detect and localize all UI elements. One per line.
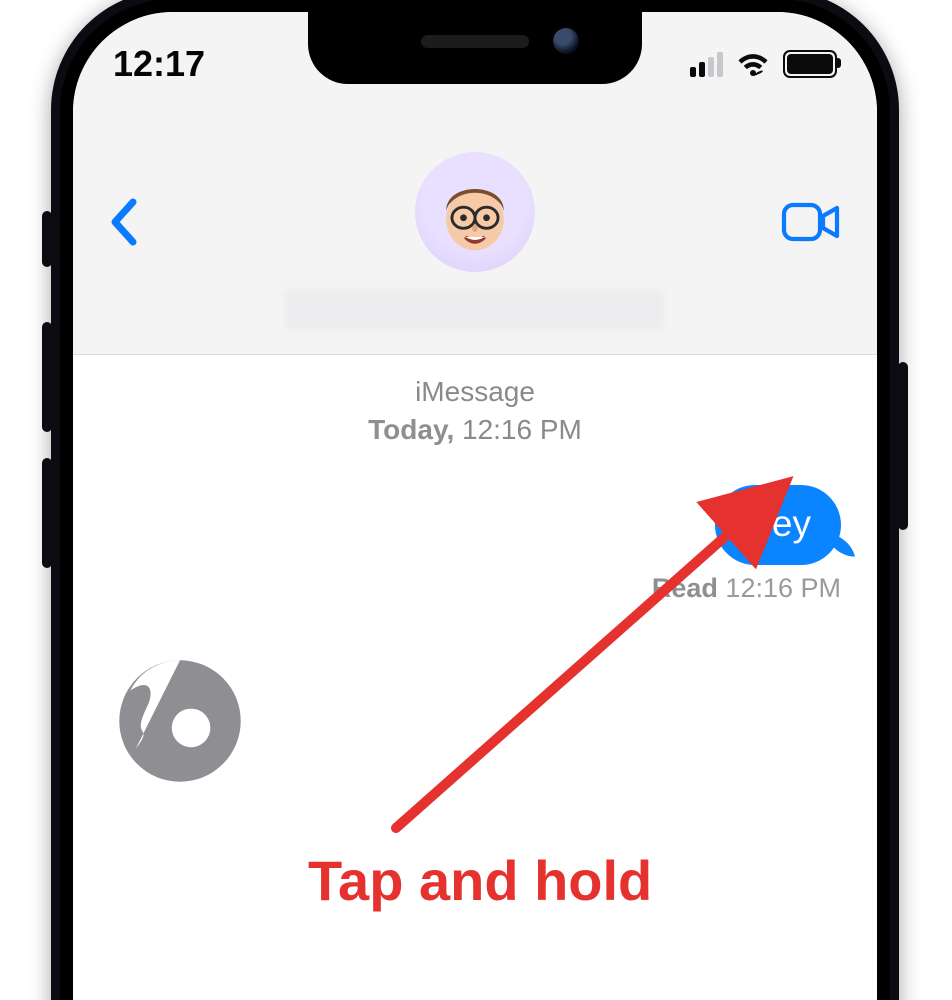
mute-switch xyxy=(42,211,52,267)
cellular-signal-icon xyxy=(690,52,723,77)
power-button xyxy=(898,362,908,530)
status-bar: 12:17 xyxy=(73,40,877,88)
service-label: iMessage xyxy=(73,373,877,411)
message-bubble-outgoing[interactable]: Hey xyxy=(715,485,841,565)
wifi-icon xyxy=(735,51,771,77)
contact-name-redacted xyxy=(285,290,665,330)
read-time: 12:16 PM xyxy=(725,573,841,603)
swirl-icon xyxy=(111,652,249,790)
phone-screen: 12:17 xyxy=(73,12,877,1000)
battery-icon xyxy=(783,50,837,78)
volume-down-button xyxy=(42,458,52,568)
volume-up-button xyxy=(42,322,52,432)
facetime-button[interactable] xyxy=(773,192,841,252)
conversation-area[interactable]: iMessage Today, 12:16 PM Hey Read 12:16 … xyxy=(73,355,877,604)
thread-timestamp: iMessage Today, 12:16 PM xyxy=(73,373,877,449)
messages-header: 12:17 xyxy=(73,12,877,355)
contact-avatar[interactable] xyxy=(415,152,535,272)
status-time: 12:17 xyxy=(113,43,205,85)
date-prefix: Today, xyxy=(368,414,454,445)
back-button[interactable] xyxy=(109,192,169,252)
date-time: 12:16 PM xyxy=(462,414,582,445)
message-text: Hey xyxy=(745,503,811,544)
read-label: Read xyxy=(652,573,718,603)
read-receipt: Read 12:16 PM xyxy=(73,565,877,604)
